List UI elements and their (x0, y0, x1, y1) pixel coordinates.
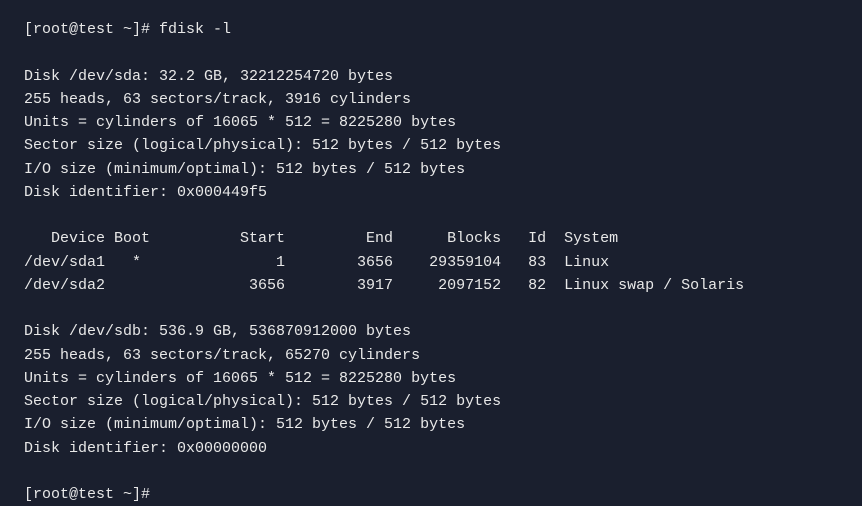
partition-table-header: Device Boot Start End Blocks Id System (24, 227, 838, 250)
sdb-line4: Sector size (logical/physical): 512 byte… (24, 390, 838, 413)
partition-row-sda1: /dev/sda1 * 1 3656 29359104 83 Linux (24, 251, 838, 274)
sda-line1: Disk /dev/sda: 32.2 GB, 32212254720 byte… (24, 65, 838, 88)
sda-line3: Units = cylinders of 16065 * 512 = 82252… (24, 111, 838, 134)
sdb-line2: 255 heads, 63 sectors/track, 65270 cylin… (24, 344, 838, 367)
end-prompt[interactable]: [root@test ~]# (24, 483, 838, 506)
command-prompt: [root@test ~]# fdisk -l (24, 18, 838, 41)
partition-row-sda2: /dev/sda2 3656 3917 2097152 82 Linux swa… (24, 274, 838, 297)
sdb-line6: Disk identifier: 0x00000000 (24, 437, 838, 460)
sdb-line1: Disk /dev/sdb: 536.9 GB, 536870912000 by… (24, 320, 838, 343)
terminal-window: [root@test ~]# fdisk -l Disk /dev/sda: 3… (24, 18, 838, 482)
sda-line2: 255 heads, 63 sectors/track, 3916 cylind… (24, 88, 838, 111)
sda-line4: Sector size (logical/physical): 512 byte… (24, 134, 838, 157)
sdb-line3: Units = cylinders of 16065 * 512 = 82252… (24, 367, 838, 390)
sdb-line5: I/O size (minimum/optimal): 512 bytes / … (24, 413, 838, 436)
sda-line5: I/O size (minimum/optimal): 512 bytes / … (24, 158, 838, 181)
sda-line6: Disk identifier: 0x000449f5 (24, 181, 838, 204)
